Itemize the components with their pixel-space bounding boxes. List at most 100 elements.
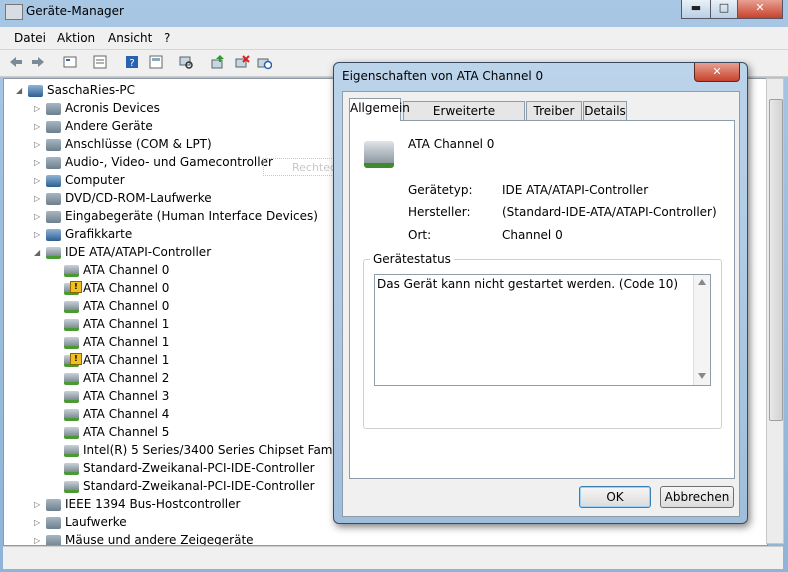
properties-icon[interactable] xyxy=(62,54,78,70)
ide-channel-icon xyxy=(64,372,79,385)
tree-child[interactable]: ATA Channel 4 xyxy=(62,405,169,423)
uninstall-icon[interactable] xyxy=(234,54,250,70)
scroll-down-icon[interactable] xyxy=(698,373,706,379)
tree-root-label: SaschaRies-PC xyxy=(47,83,136,97)
tree-item[interactable]: ▷ Anschlüsse (COM & LPT) xyxy=(34,135,212,153)
dialog-title: Eigenschaften von ATA Channel 0 xyxy=(342,69,544,83)
scan-hardware-icon[interactable] xyxy=(178,54,194,70)
dvd-drive-icon xyxy=(46,192,61,205)
tree-child-label: Standard-Zweikanal-PCI-IDE-Controller xyxy=(83,479,315,493)
tree-child[interactable]: ATA Channel 1 xyxy=(62,315,169,333)
list-icon[interactable] xyxy=(92,54,108,70)
firewire-icon xyxy=(46,498,61,511)
tree-item[interactable]: ▷ Eingabegeräte (Human Interface Devices) xyxy=(34,207,318,225)
tree-child-label: ATA Channel 5 xyxy=(83,425,170,439)
menu-aktion[interactable]: Aktion xyxy=(57,31,95,45)
tree-child-label: ATA Channel 0 xyxy=(83,281,170,295)
menu-help[interactable]: ? xyxy=(164,31,170,45)
tree-child[interactable]: Intel(R) 5 Series/3400 Series Chipset Fa… xyxy=(62,441,376,459)
tree-scrollbar[interactable] xyxy=(766,78,784,544)
menu-datei[interactable]: Datei xyxy=(14,31,46,45)
tree-child[interactable]: Standard-Zweikanal-PCI-IDE-Controller xyxy=(62,477,315,495)
tree-child[interactable]: ATA Channel 3 xyxy=(62,387,169,405)
expand-icon[interactable]: ▷ xyxy=(34,208,44,226)
expand-icon[interactable]: ▷ xyxy=(34,136,44,154)
tree-item-label: Acronis Devices xyxy=(65,101,160,115)
tab-treiber[interactable]: Treiber xyxy=(526,101,582,121)
tree-child[interactable]: ATA Channel 5 xyxy=(62,423,169,441)
collapse-icon[interactable]: ◢ xyxy=(16,82,26,100)
computer-icon xyxy=(46,174,61,187)
warning-icon xyxy=(64,352,82,367)
close-button[interactable]: ✕ xyxy=(737,0,783,19)
expand-icon[interactable]: ▷ xyxy=(34,532,44,546)
ide-channel-icon xyxy=(64,408,79,421)
tree-item[interactable]: ▷ Audio-, Video- und Gamecontroller xyxy=(34,153,273,171)
expand-icon[interactable]: ▷ xyxy=(34,496,44,514)
ide-channel-icon xyxy=(64,318,79,331)
tree-child[interactable]: ATA Channel 1 xyxy=(62,333,169,351)
tree-child-label: Intel(R) 5 Series/3400 Series Chipset Fa… xyxy=(83,443,376,457)
minimize-button[interactable]: ▬ xyxy=(681,0,711,19)
ide-channel-icon xyxy=(64,336,79,349)
forward-arrow-icon[interactable] xyxy=(30,54,46,70)
cancel-button[interactable]: Abbrechen xyxy=(660,486,734,508)
tree-item-label: IEEE 1394 Bus-Hostcontroller xyxy=(65,497,241,511)
tree-item[interactable]: ▷ Andere Geräte xyxy=(34,117,153,135)
expand-icon[interactable]: ▷ xyxy=(34,190,44,208)
expand-icon[interactable]: ▷ xyxy=(34,172,44,190)
menu-ansicht[interactable]: Ansicht xyxy=(108,31,152,45)
scroll-up-icon[interactable] xyxy=(698,279,706,285)
update-driver-icon[interactable] xyxy=(210,54,226,70)
tree-child[interactable]: ATA Channel 1 xyxy=(62,351,169,369)
menu-bar: Datei Aktion Ansicht ? xyxy=(0,27,788,50)
tab-details[interactable]: Details xyxy=(583,101,627,121)
ok-button[interactable]: OK xyxy=(579,486,651,508)
maximize-button[interactable]: □ xyxy=(710,0,738,19)
ide-channel-icon xyxy=(64,462,79,475)
tab-erweiterte-einstellungen[interactable]: Erweiterte Einstellungen xyxy=(403,101,525,137)
tree-item[interactable]: ▷ Mäuse und andere Zeigegeräte xyxy=(34,531,254,546)
expand-icon[interactable]: ▷ xyxy=(34,154,44,172)
tree-item-label: DVD/CD-ROM-Laufwerke xyxy=(65,191,212,205)
tree-item[interactable]: ▷ IEEE 1394 Bus-Hostcontroller xyxy=(34,495,240,513)
tree-item[interactable]: ◢ IDE ATA/ATAPI-Controller xyxy=(34,243,211,261)
device-type-value: IDE ATA/ATAPI-Controller xyxy=(502,183,649,197)
expand-icon[interactable]: ▷ xyxy=(34,100,44,118)
dialog-close-button[interactable]: ✕ xyxy=(694,63,740,82)
collapse-icon[interactable]: ◢ xyxy=(34,244,44,262)
tree-child-label: ATA Channel 4 xyxy=(83,407,170,421)
tree-child[interactable]: ATA Channel 2 xyxy=(62,369,169,387)
ide-channel-icon xyxy=(64,264,79,277)
ide-channel-icon xyxy=(64,390,79,403)
device-status-textbox[interactable]: Das Gerät kann nicht gestartet werden. (… xyxy=(374,274,711,386)
status-scrollbar[interactable] xyxy=(693,275,710,385)
tree-child[interactable]: Standard-Zweikanal-PCI-IDE-Controller xyxy=(62,459,315,477)
tree-child[interactable]: ATA Channel 0 xyxy=(62,261,169,279)
back-arrow-icon[interactable] xyxy=(8,54,24,70)
tree-item-label: Anschlüsse (COM & LPT) xyxy=(65,137,212,151)
tree-item[interactable]: ▷ Grafikkarte xyxy=(34,225,132,243)
speaker-icon xyxy=(46,156,61,169)
help-icon[interactable]: ? xyxy=(124,54,140,70)
expand-icon[interactable]: ▷ xyxy=(34,514,44,532)
tab-allgemein[interactable]: Allgemein xyxy=(349,98,410,121)
tree-item[interactable]: ▷ Computer xyxy=(34,171,125,189)
tree-item-label: IDE ATA/ATAPI-Controller xyxy=(65,245,212,259)
tree-item[interactable]: ▷ Acronis Devices xyxy=(34,99,160,117)
expand-icon[interactable]: ▷ xyxy=(34,118,44,136)
tree-child-label: ATA Channel 1 xyxy=(83,317,170,331)
tree-item[interactable]: ▷ Laufwerke xyxy=(34,513,127,531)
tree-item[interactable]: ▷ DVD/CD-ROM-Laufwerke xyxy=(34,189,212,207)
scrollbar-thumb[interactable] xyxy=(769,99,783,421)
disable-icon[interactable] xyxy=(256,54,272,70)
tree-child[interactable]: ATA Channel 0 xyxy=(62,279,169,297)
device-type-label: Gerätetyp: xyxy=(408,183,473,197)
details-icon[interactable] xyxy=(148,54,164,70)
tree-item-label: Computer xyxy=(65,173,125,187)
expand-icon[interactable]: ▷ xyxy=(34,226,44,244)
tree-child[interactable]: ATA Channel 0 xyxy=(62,297,169,315)
properties-dialog: Eigenschaften von ATA Channel 0 ✕ Allgem… xyxy=(333,62,748,524)
tree-root[interactable]: ◢ SaschaRies-PC xyxy=(16,81,135,99)
title-bar[interactable]: Geräte-Manager ▬ □ ✕ xyxy=(0,0,788,24)
